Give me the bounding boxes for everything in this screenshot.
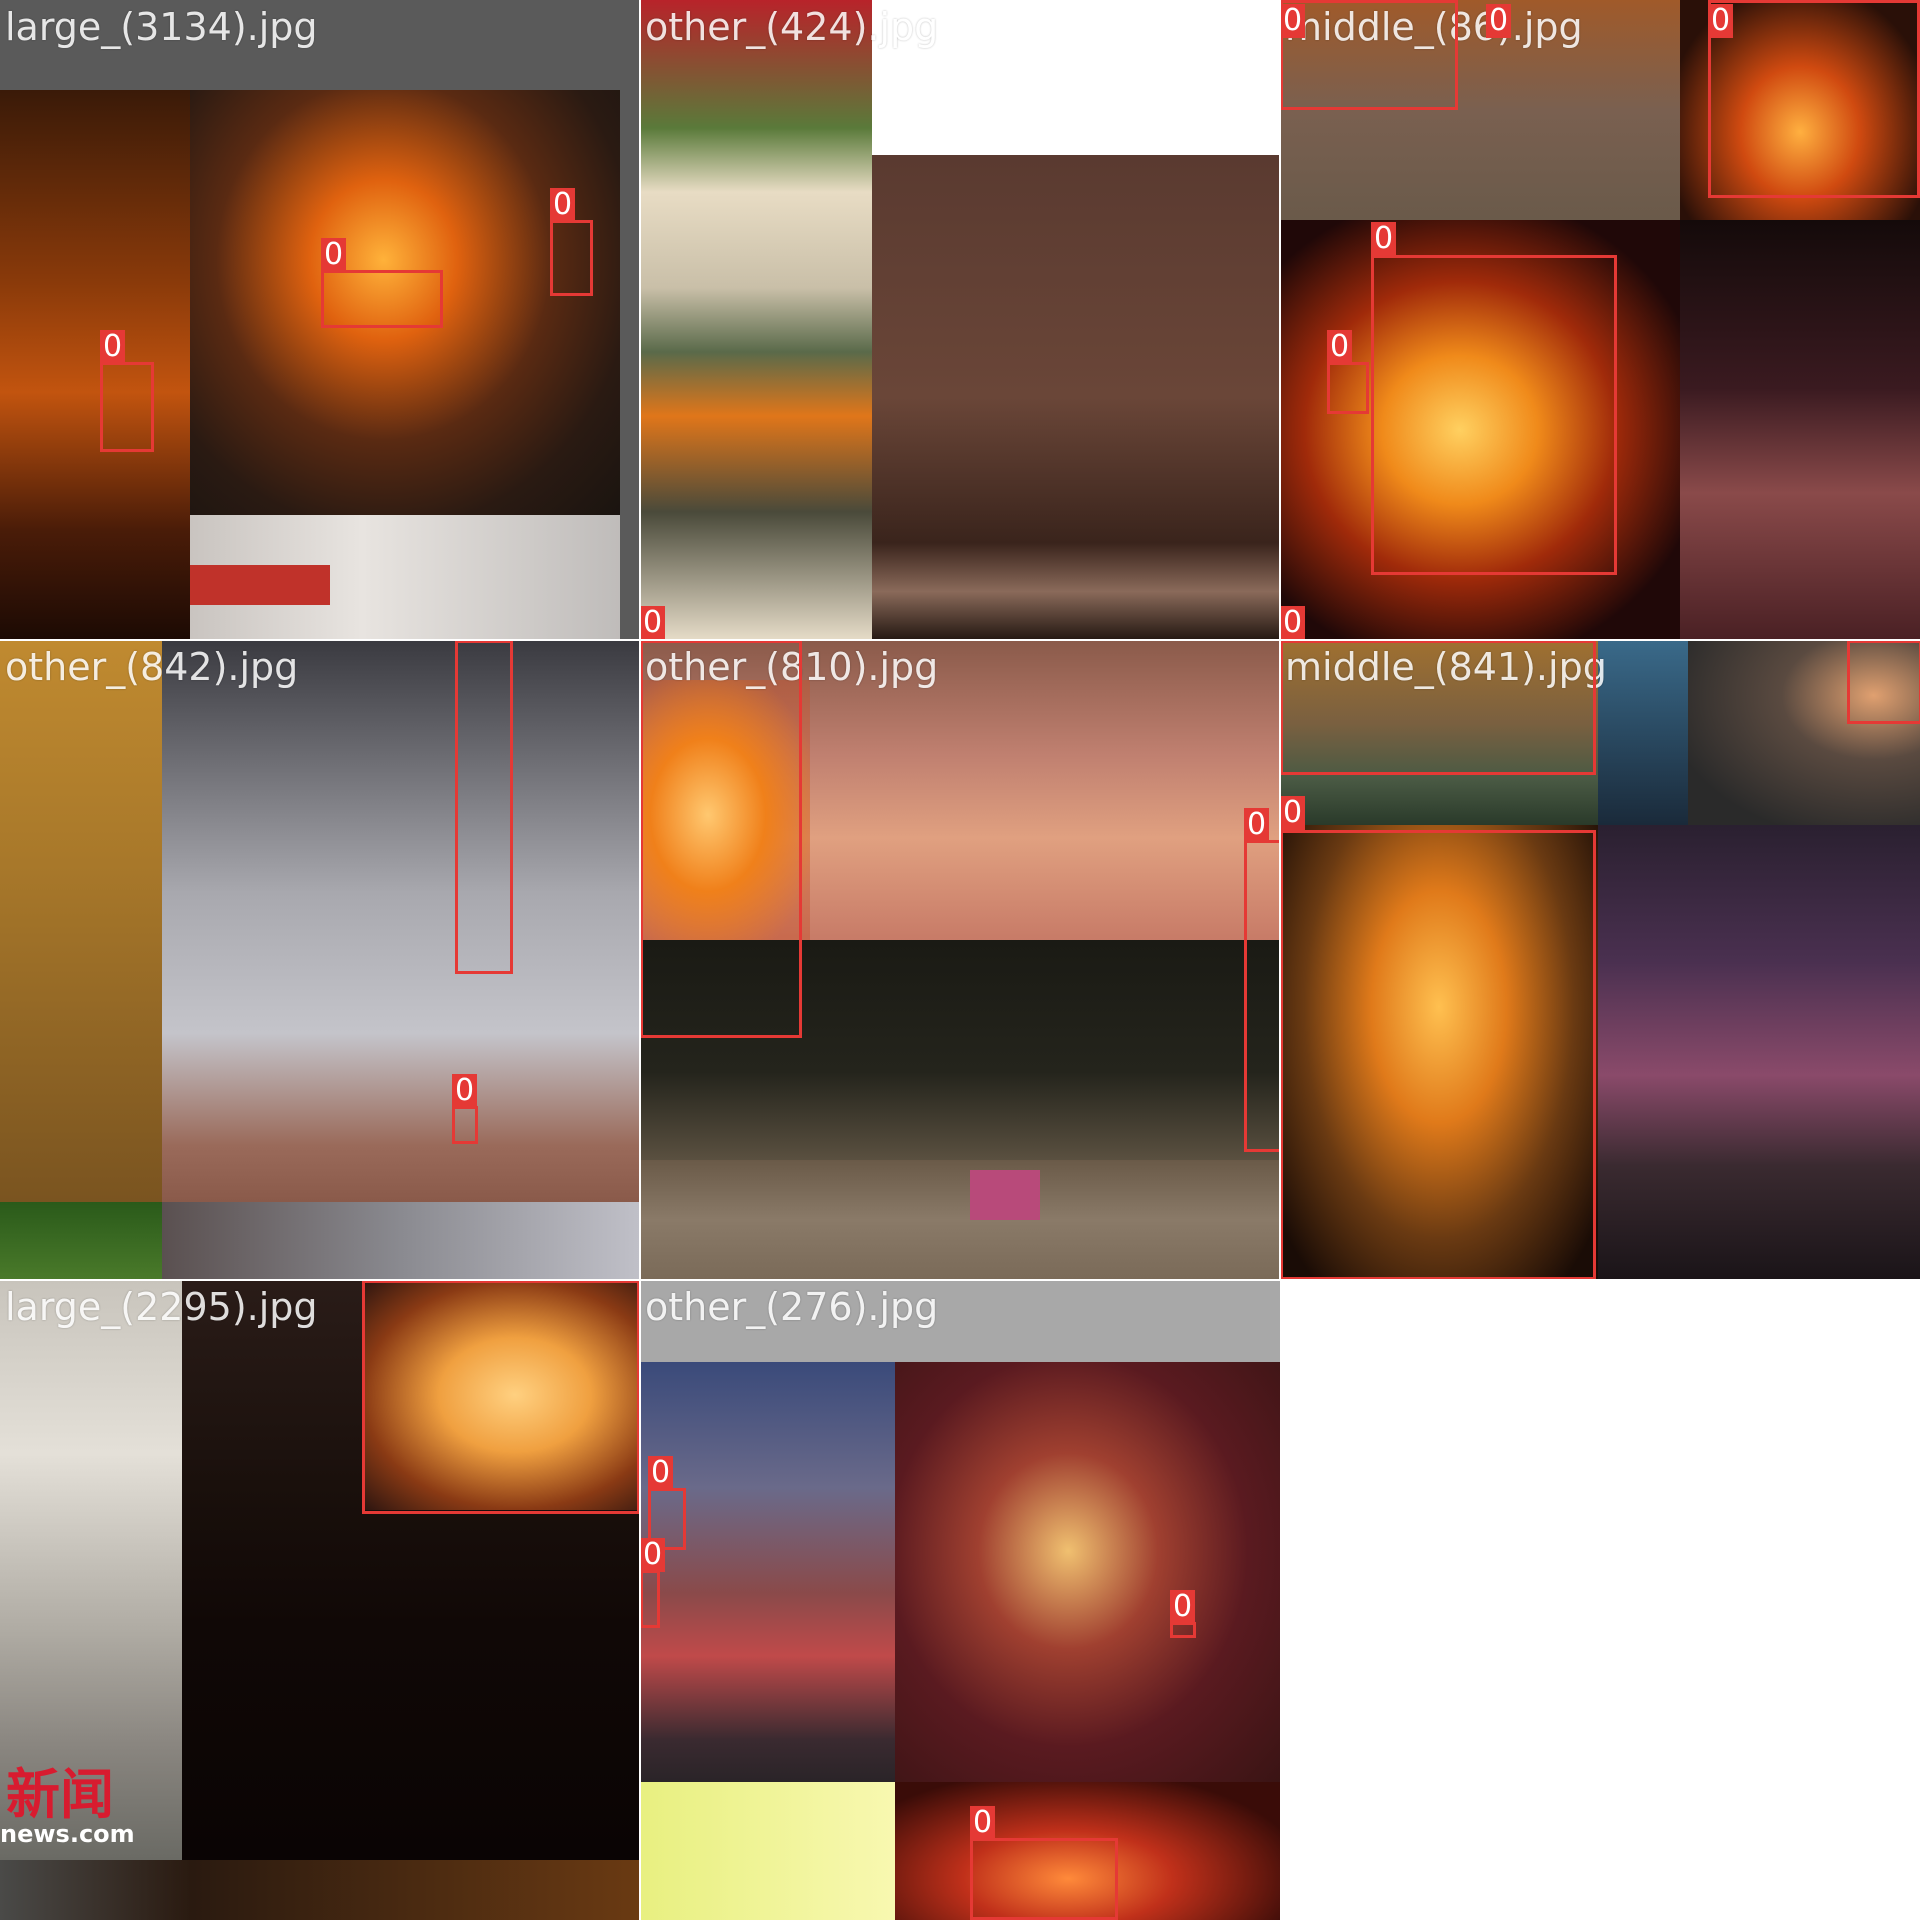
- news-watermark-url: news.com: [0, 1820, 135, 1848]
- tile-middle-841: middle_(841).jpg 0 0 0: [1280, 640, 1920, 1280]
- bbox-fire: [1708, 0, 1920, 198]
- bbox-fire: [1371, 255, 1617, 575]
- image-blue-teal: [1598, 640, 1688, 825]
- image-road-trucks: [640, 1160, 1280, 1280]
- bbox-fire: [1170, 1622, 1196, 1638]
- bbox-fire: [452, 1106, 478, 1144]
- grid-divider: [639, 0, 641, 1920]
- bbox-class-label: 0: [1170, 1590, 1196, 1624]
- image-christmas-table: [895, 1362, 1280, 1782]
- bbox-fire: [970, 1838, 1118, 1920]
- news-watermark: 新闻: [6, 1762, 114, 1826]
- tile-other-810: other_(810).jpg 0 0: [640, 640, 1280, 1280]
- bbox-fire: [640, 1570, 660, 1628]
- bbox-class-label: 0: [100, 330, 126, 364]
- bbox-class-label: 0: [1327, 330, 1353, 364]
- bbox-fire: [640, 640, 802, 1038]
- image-golden-haze: [0, 640, 162, 1202]
- bbox-class-label: 0: [321, 238, 347, 272]
- bbox-fire: [455, 640, 513, 974]
- image-dusk-road: [640, 1362, 895, 1782]
- bbox-fire: [1280, 0, 1458, 110]
- bbox-fire: [362, 1280, 640, 1514]
- image-firefighters-crowd: [1680, 220, 1920, 640]
- tile-other-424: other_(424).jpg 0: [640, 0, 1280, 640]
- tile-large-2295: 新闻 news.com large_(2295).jpg 0: [0, 1280, 640, 1920]
- image-foliage-strip: [0, 1202, 162, 1280]
- tile-other-276: other_(276).jpg 0 0 0 0: [640, 1280, 1280, 1920]
- bbox-class-label: 0: [640, 606, 666, 640]
- tile-other-842: other_(842).jpg 0 0: [0, 640, 640, 1280]
- bbox-fire: [1244, 840, 1280, 1152]
- bbox-class-label: 0: [1280, 796, 1306, 830]
- image-wall-text: [872, 155, 1280, 640]
- tile-filename: large_(3134).jpg: [5, 5, 318, 49]
- image-bottom-strip: [0, 1860, 640, 1920]
- image-yellow-light: [640, 1782, 895, 1920]
- bbox-fire: [1847, 640, 1920, 724]
- fire-truck-stripe: [190, 565, 330, 605]
- bbox-class-label: 0: [648, 1456, 674, 1490]
- tile-filename: other_(424).jpg: [645, 5, 939, 49]
- bbox-class-label: 0: [550, 188, 576, 222]
- mosaic-grid: large_(3134).jpg 0 0 0 other_(424).jpg 0…: [0, 0, 1920, 1920]
- bbox-class-label: 0: [1371, 222, 1397, 256]
- image-blurry-road: [640, 0, 872, 640]
- image-pink-truck: [970, 1170, 1040, 1220]
- bbox-class-label: 0: [1280, 606, 1306, 640]
- tile-filename: other_(842).jpg: [5, 645, 299, 689]
- bbox-fire: [1327, 362, 1369, 414]
- image-dark-street-fire: [0, 90, 190, 640]
- grid-divider: [0, 639, 1920, 641]
- tile-filename: other_(276).jpg: [645, 1285, 939, 1329]
- bbox-class-label: 0: [1280, 4, 1306, 38]
- bbox-fire: [550, 220, 593, 296]
- tile-large-3134: large_(3134).jpg 0 0 0: [0, 0, 640, 640]
- bbox-class-label: 0: [970, 1806, 996, 1840]
- image-city-night: [1598, 825, 1920, 1280]
- bbox-fire: [321, 270, 443, 328]
- image-grey-strip: [162, 1202, 640, 1280]
- grid-divider: [0, 1279, 1920, 1281]
- image-scooter-fire: [162, 640, 640, 1202]
- tile-middle-86: middle_(86).jpg 0 0 0 0 0 0: [1280, 0, 1920, 640]
- bbox-class-label: 0: [1244, 808, 1270, 842]
- bbox-fire: [1280, 830, 1596, 1280]
- bbox-fire: [1280, 640, 1596, 775]
- bbox-class-label: 0: [1486, 4, 1512, 38]
- bbox-class-label: 0: [1708, 4, 1734, 38]
- bbox-class-label: 0: [452, 1074, 478, 1108]
- tile-filename: large_(2295).jpg: [5, 1285, 318, 1329]
- bbox-class-label: 0: [640, 1538, 666, 1572]
- bbox-fire: [100, 362, 154, 452]
